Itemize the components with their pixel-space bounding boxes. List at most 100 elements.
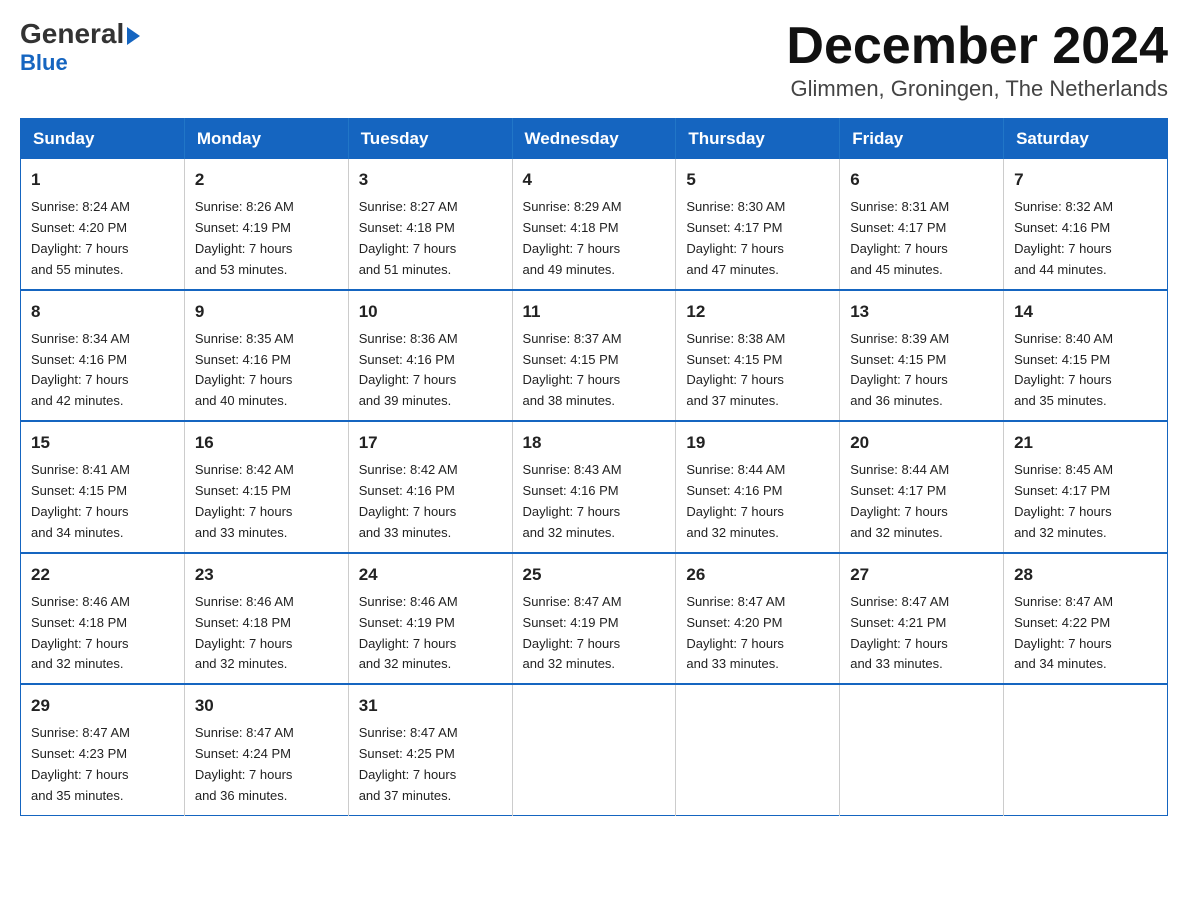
calendar-cell: 23Sunrise: 8:46 AM Sunset: 4:18 PM Dayli…: [184, 553, 348, 685]
logo-general: General: [20, 20, 140, 48]
logo-blue: Blue: [20, 50, 68, 76]
day-info: Sunrise: 8:47 AM Sunset: 4:19 PM Dayligh…: [523, 592, 666, 675]
day-info: Sunrise: 8:43 AM Sunset: 4:16 PM Dayligh…: [523, 460, 666, 543]
weekday-header-wednesday: Wednesday: [512, 119, 676, 160]
day-number: 2: [195, 167, 338, 193]
calendar-cell: 31 Sunrise: 8:47 AM Sunset: 4:25 PM Dayli…: [348, 684, 512, 815]
day-info: Sunrise: 8:35 AM Sunset: 4:16 PM Dayligh…: [195, 329, 338, 412]
day-info: Sunrise: 8:47 AM Sunset: 4:25 PM Dayligh…: [359, 723, 502, 806]
calendar-cell: 16Sunrise: 8:42 AM Sunset: 4:15 PM Dayli…: [184, 421, 348, 553]
calendar-cell: 14 Sunrise: 8:40 AM Sunset: 4:15 PM Dayli…: [1004, 290, 1168, 422]
calendar-cell: [512, 684, 676, 815]
day-number: 19: [686, 430, 829, 456]
day-info: Sunrise: 8:24 AM Sunset: 4:20 PM Dayligh…: [31, 197, 174, 280]
calendar-cell: 5 Sunrise: 8:30 AM Sunset: 4:17 PM Daylig…: [676, 159, 840, 290]
calendar-week-row: 1 Sunrise: 8:24 AM Sunset: 4:20 PM Daylig…: [21, 159, 1168, 290]
day-info: Sunrise: 8:40 AM Sunset: 4:15 PM Dayligh…: [1014, 329, 1157, 412]
weekday-header-thursday: Thursday: [676, 119, 840, 160]
day-number: 7: [1014, 167, 1157, 193]
day-info: Sunrise: 8:47 AM Sunset: 4:23 PM Dayligh…: [31, 723, 174, 806]
calendar-cell: 1 Sunrise: 8:24 AM Sunset: 4:20 PM Daylig…: [21, 159, 185, 290]
weekday-header-monday: Monday: [184, 119, 348, 160]
calendar-cell: 25 Sunrise: 8:47 AM Sunset: 4:19 PM Dayli…: [512, 553, 676, 685]
day-number: 6: [850, 167, 993, 193]
weekday-header-tuesday: Tuesday: [348, 119, 512, 160]
calendar-cell: 20 Sunrise: 8:44 AM Sunset: 4:17 PM Dayli…: [840, 421, 1004, 553]
calendar-cell: [1004, 684, 1168, 815]
calendar-week-row: 22Sunrise: 8:46 AM Sunset: 4:18 PM Dayli…: [21, 553, 1168, 685]
day-number: 21: [1014, 430, 1157, 456]
location: Glimmen, Groningen, The Netherlands: [786, 76, 1168, 102]
day-number: 17: [359, 430, 502, 456]
calendar-cell: 18 Sunrise: 8:43 AM Sunset: 4:16 PM Dayli…: [512, 421, 676, 553]
day-number: 25: [523, 562, 666, 588]
day-info: Sunrise: 8:47 AM Sunset: 4:20 PM Dayligh…: [686, 592, 829, 675]
day-number: 26: [686, 562, 829, 588]
calendar-cell: 11 Sunrise: 8:37 AM Sunset: 4:15 PM Dayli…: [512, 290, 676, 422]
calendar-cell: 27Sunrise: 8:47 AM Sunset: 4:21 PM Dayli…: [840, 553, 1004, 685]
day-info: Sunrise: 8:46 AM Sunset: 4:18 PM Dayligh…: [195, 592, 338, 675]
day-number: 27: [850, 562, 993, 588]
day-number: 20: [850, 430, 993, 456]
day-number: 14: [1014, 299, 1157, 325]
calendar-cell: 2 Sunrise: 8:26 AM Sunset: 4:19 PM Daylig…: [184, 159, 348, 290]
day-info: Sunrise: 8:45 AM Sunset: 4:17 PM Dayligh…: [1014, 460, 1157, 543]
weekday-header-saturday: Saturday: [1004, 119, 1168, 160]
day-number: 1: [31, 167, 174, 193]
day-info: Sunrise: 8:42 AM Sunset: 4:16 PM Dayligh…: [359, 460, 502, 543]
weekday-header-sunday: Sunday: [21, 119, 185, 160]
calendar-cell: [676, 684, 840, 815]
day-number: 3: [359, 167, 502, 193]
day-info: Sunrise: 8:44 AM Sunset: 4:16 PM Dayligh…: [686, 460, 829, 543]
calendar-cell: 26 Sunrise: 8:47 AM Sunset: 4:20 PM Dayli…: [676, 553, 840, 685]
day-number: 29: [31, 693, 174, 719]
day-number: 13: [850, 299, 993, 325]
day-number: 31: [359, 693, 502, 719]
page-header: General Blue December 2024 Glimmen, Gron…: [20, 20, 1168, 102]
day-info: Sunrise: 8:27 AM Sunset: 4:18 PM Dayligh…: [359, 197, 502, 280]
day-number: 30: [195, 693, 338, 719]
day-info: Sunrise: 8:32 AM Sunset: 4:16 PM Dayligh…: [1014, 197, 1157, 280]
calendar-cell: 15 Sunrise: 8:41 AM Sunset: 4:15 PM Dayli…: [21, 421, 185, 553]
day-info: Sunrise: 8:36 AM Sunset: 4:16 PM Dayligh…: [359, 329, 502, 412]
day-number: 4: [523, 167, 666, 193]
day-info: Sunrise: 8:39 AM Sunset: 4:15 PM Dayligh…: [850, 329, 993, 412]
day-number: 11: [523, 299, 666, 325]
calendar-week-row: 29 Sunrise: 8:47 AM Sunset: 4:23 PM Dayli…: [21, 684, 1168, 815]
calendar-cell: 7 Sunrise: 8:32 AM Sunset: 4:16 PM Daylig…: [1004, 159, 1168, 290]
logo: General Blue: [20, 20, 140, 76]
calendar-week-row: 8Sunrise: 8:34 AM Sunset: 4:16 PM Daylig…: [21, 290, 1168, 422]
day-info: Sunrise: 8:31 AM Sunset: 4:17 PM Dayligh…: [850, 197, 993, 280]
day-info: Sunrise: 8:44 AM Sunset: 4:17 PM Dayligh…: [850, 460, 993, 543]
calendar-cell: 8Sunrise: 8:34 AM Sunset: 4:16 PM Daylig…: [21, 290, 185, 422]
title-section: December 2024 Glimmen, Groningen, The Ne…: [786, 20, 1168, 102]
month-title: December 2024: [786, 20, 1168, 72]
day-info: Sunrise: 8:37 AM Sunset: 4:15 PM Dayligh…: [523, 329, 666, 412]
day-info: Sunrise: 8:47 AM Sunset: 4:24 PM Dayligh…: [195, 723, 338, 806]
calendar-table: SundayMondayTuesdayWednesdayThursdayFrid…: [20, 118, 1168, 816]
calendar-cell: 24Sunrise: 8:46 AM Sunset: 4:19 PM Dayli…: [348, 553, 512, 685]
day-info: Sunrise: 8:41 AM Sunset: 4:15 PM Dayligh…: [31, 460, 174, 543]
day-info: Sunrise: 8:29 AM Sunset: 4:18 PM Dayligh…: [523, 197, 666, 280]
calendar-cell: 29 Sunrise: 8:47 AM Sunset: 4:23 PM Dayli…: [21, 684, 185, 815]
day-info: Sunrise: 8:46 AM Sunset: 4:18 PM Dayligh…: [31, 592, 174, 675]
day-number: 28: [1014, 562, 1157, 588]
day-number: 12: [686, 299, 829, 325]
calendar-cell: 19 Sunrise: 8:44 AM Sunset: 4:16 PM Dayli…: [676, 421, 840, 553]
calendar-cell: 3 Sunrise: 8:27 AM Sunset: 4:18 PM Daylig…: [348, 159, 512, 290]
day-number: 5: [686, 167, 829, 193]
calendar-cell: 9 Sunrise: 8:35 AM Sunset: 4:16 PM Daylig…: [184, 290, 348, 422]
day-number: 9: [195, 299, 338, 325]
day-info: Sunrise: 8:34 AM Sunset: 4:16 PM Dayligh…: [31, 329, 174, 412]
calendar-cell: 30 Sunrise: 8:47 AM Sunset: 4:24 PM Dayli…: [184, 684, 348, 815]
day-number: 18: [523, 430, 666, 456]
calendar-cell: 28Sunrise: 8:47 AM Sunset: 4:22 PM Dayli…: [1004, 553, 1168, 685]
day-number: 16: [195, 430, 338, 456]
day-number: 15: [31, 430, 174, 456]
day-number: 24: [359, 562, 502, 588]
calendar-cell: 4 Sunrise: 8:29 AM Sunset: 4:18 PM Daylig…: [512, 159, 676, 290]
calendar-cell: 12Sunrise: 8:38 AM Sunset: 4:15 PM Dayli…: [676, 290, 840, 422]
day-info: Sunrise: 8:26 AM Sunset: 4:19 PM Dayligh…: [195, 197, 338, 280]
day-info: Sunrise: 8:30 AM Sunset: 4:17 PM Dayligh…: [686, 197, 829, 280]
calendar-cell: 13 Sunrise: 8:39 AM Sunset: 4:15 PM Dayli…: [840, 290, 1004, 422]
